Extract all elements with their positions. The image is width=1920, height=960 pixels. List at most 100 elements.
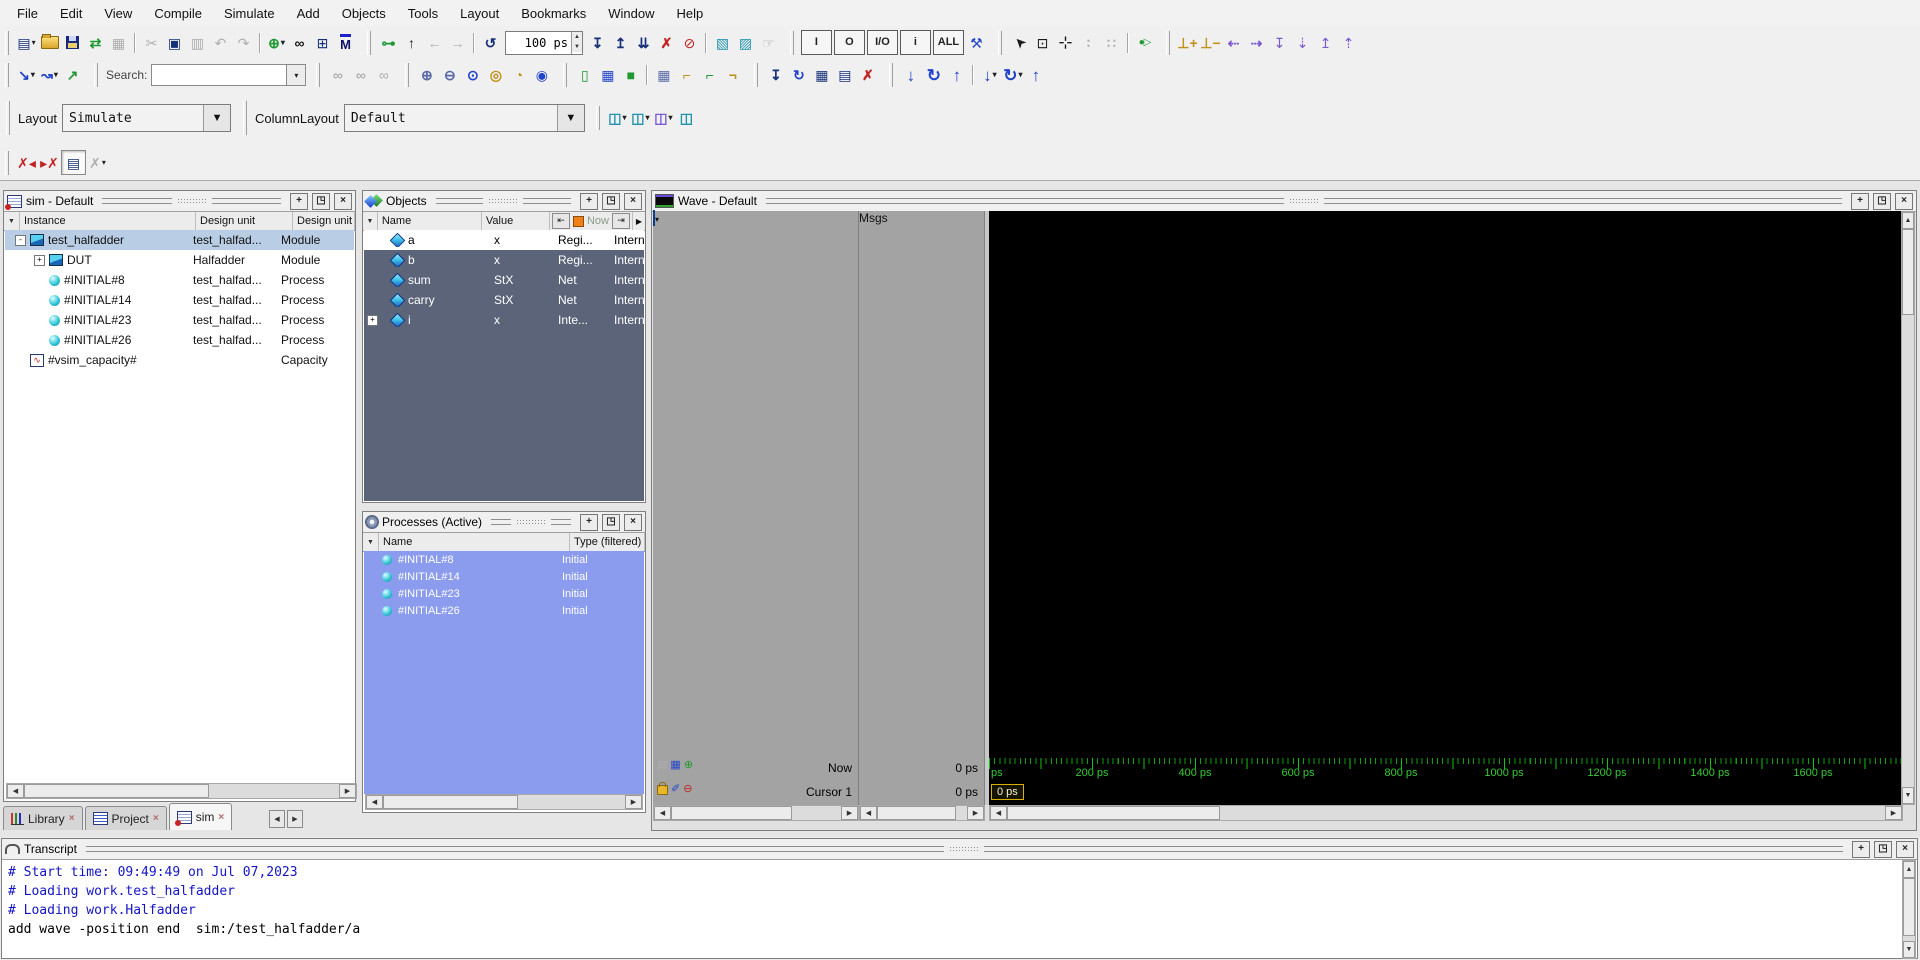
column-layout-combobox[interactable]: Default ▼ <box>344 104 585 132</box>
copy-button[interactable]: ▣ <box>163 31 186 54</box>
forward-button[interactable]: → <box>446 31 469 54</box>
paste-button[interactable]: ▥ <box>186 31 209 54</box>
add-row-icon[interactable]: ⊕ <box>684 760 693 771</box>
menu-item[interactable]: File <box>6 4 49 23</box>
next-transition-button[interactable]: ⇢ <box>1245 31 1268 54</box>
next-falling-edge-button[interactable]: ⇣ <box>1291 31 1314 54</box>
scroll-left-icon[interactable]: ◀ <box>7 784 24 798</box>
menu-item[interactable]: Edit <box>49 4 93 23</box>
close-dataset-button[interactable]: ✗ <box>856 64 879 87</box>
instance-row[interactable]: #INITIAL#26 test_halfad... Process <box>5 330 354 350</box>
scroll-left-icon[interactable]: ◀ <box>366 795 383 809</box>
bottom-tab[interactable]: Project × <box>85 806 167 830</box>
wave-vertical-scrollbar[interactable]: ▲ ▼ <box>1901 211 1915 805</box>
find-previous-button[interactable]: ∞ <box>349 64 372 87</box>
panel-grip[interactable] <box>436 198 571 204</box>
scroll-right-icon[interactable]: ▶ <box>625 795 642 809</box>
scroll-up-icon[interactable]: ▲ <box>1902 212 1914 229</box>
instance-row[interactable]: +DUT Halfadder Module <box>5 250 354 270</box>
transcript-log[interactable]: # Start time: 09:49:49 on Jul 07,2023 # … <box>3 860 1901 957</box>
column-header-name[interactable]: Name <box>379 533 570 551</box>
search-combobox[interactable]: ▾ <box>151 64 306 86</box>
justify-right-button[interactable]: ¬ <box>721 64 744 87</box>
column-header-type[interactable]: Type (filtered) <box>570 533 645 551</box>
collapse-all-time-button[interactable]: ↓ <box>978 64 1001 87</box>
menu-item[interactable]: Tools <box>397 4 449 23</box>
processes-horizontal-scrollbar[interactable]: ◀ ▶ <box>365 794 643 810</box>
clear-profile-button[interactable]: ✗ <box>86 151 109 174</box>
process-row[interactable]: #INITIAL#23 Initial <box>364 585 644 602</box>
scroll-down-icon[interactable]: ▼ <box>1902 787 1914 804</box>
scroll-left-icon[interactable]: ◀ <box>990 806 1007 820</box>
column-header-name[interactable]: Name <box>378 212 482 230</box>
filter-icon[interactable]: ▼ <box>363 533 379 551</box>
waveform-canvas[interactable] <box>989 241 1903 757</box>
zoom-mode-button[interactable]: ⊡ <box>1031 31 1054 54</box>
force-input-button[interactable]: I <box>801 30 832 55</box>
chevron-down-icon[interactable]: ▾ <box>655 215 659 224</box>
tree-expander[interactable]: + <box>34 255 45 266</box>
instance-row[interactable]: #vsim_capacity# Capacity <box>5 350 354 370</box>
find-button[interactable]: ∞ <box>288 31 311 54</box>
save-format-button[interactable]: ↧ <box>764 64 787 87</box>
configure-window-2-button[interactable]: ◫ <box>629 107 652 130</box>
undock-panel-button[interactable]: ◳ <box>602 514 620 531</box>
bottom-tab[interactable]: Library × <box>3 806 83 830</box>
menu-item[interactable]: Simulate <box>213 4 286 23</box>
cut-button[interactable]: ✂ <box>140 31 163 54</box>
back-button[interactable]: ← <box>423 31 446 54</box>
step-over-button[interactable]: ↝ <box>38 64 61 87</box>
lock-icon[interactable] <box>657 785 668 795</box>
wave-values-column[interactable] <box>859 241 985 757</box>
collapse-time-button[interactable]: ↓ <box>899 64 922 87</box>
run-length-input[interactable] <box>508 35 571 51</box>
zoom-cursor-button[interactable]: ◎ <box>484 64 507 87</box>
column-header-design-unit-type[interactable]: Design unit t <box>293 212 355 230</box>
bottom-tab[interactable]: sim × <box>169 803 233 830</box>
signal-row[interactable]: a x Regi... Internal <box>364 230 644 250</box>
close-panel-button[interactable]: × <box>334 193 352 210</box>
close-panel-button[interactable]: × <box>1896 841 1914 858</box>
signal-row[interactable]: b x Regi... Internal <box>364 250 644 270</box>
save-button[interactable] <box>61 31 84 54</box>
previous-falling-edge-button[interactable]: ↧ <box>1268 31 1291 54</box>
signal-row[interactable]: carry StX Net Internal <box>364 290 644 310</box>
scroll-left-icon[interactable]: ◀ <box>654 806 671 820</box>
run-length-spinner[interactable]: ▲▼ <box>571 32 582 54</box>
menu-item[interactable]: Compile <box>143 4 213 23</box>
find-next-button[interactable]: ∞ <box>326 64 349 87</box>
collapse-icon[interactable]: ▤ <box>657 760 667 771</box>
tab-close-icon[interactable]: × <box>69 813 75 824</box>
margin-left-button[interactable]: ⌐ <box>675 64 698 87</box>
select-mode-button[interactable]: ➤ <box>1008 31 1031 54</box>
step-into-button[interactable]: ↘ <box>15 64 38 87</box>
expand-time-button[interactable]: ↻ <box>922 64 945 87</box>
zoom-panel-button[interactable]: + <box>290 193 308 210</box>
zoom-last-button[interactable]: ◉ <box>530 64 553 87</box>
configure-window-3-button[interactable]: ◫ <box>652 107 675 130</box>
cursor-time-badge[interactable]: 0 ps <box>991 784 1024 800</box>
print-button[interactable]: ▦ <box>107 31 130 54</box>
stop-button[interactable]: ⊘ <box>678 31 701 54</box>
up-context-button[interactable]: ↑ <box>400 31 423 54</box>
undock-panel-button[interactable]: ◳ <box>1874 841 1892 858</box>
zoom-in-button[interactable]: ⊕ <box>415 64 438 87</box>
menu-item[interactable]: Layout <box>449 4 510 23</box>
filter-icon[interactable]: ▼ <box>4 212 20 230</box>
simulate-link-button[interactable]: ⊶ <box>377 31 400 54</box>
processes-panel-titlebar[interactable]: Processes (Active) + ◳ × <box>363 512 645 533</box>
column-layout-dropdown-icon[interactable]: ▼ <box>557 105 584 131</box>
column-header-design-unit[interactable]: Design unit <box>196 212 293 230</box>
scroll-right-icon[interactable]: ▶ <box>1885 806 1902 820</box>
wave-values-header[interactable]: Msgs <box>859 211 985 241</box>
undock-panel-button[interactable]: ◳ <box>1873 193 1891 210</box>
instance-row[interactable]: -test_halfadder test_halfad... Module <box>5 230 354 250</box>
kill-left-button[interactable]: ✗◂ <box>15 151 38 174</box>
grid-display-button[interactable]: ▦ <box>652 64 675 87</box>
open-button[interactable] <box>38 31 61 54</box>
previous-transition-button[interactable]: ⇠ <box>1222 31 1245 54</box>
hand-pause-button[interactable]: ☞ <box>757 31 780 54</box>
transcript-vertical-scrollbar[interactable]: ▲ ▼ <box>1902 860 1916 959</box>
zoom-panel-button[interactable]: + <box>1852 841 1870 858</box>
grid-icon[interactable]: ▦ <box>670 760 680 771</box>
